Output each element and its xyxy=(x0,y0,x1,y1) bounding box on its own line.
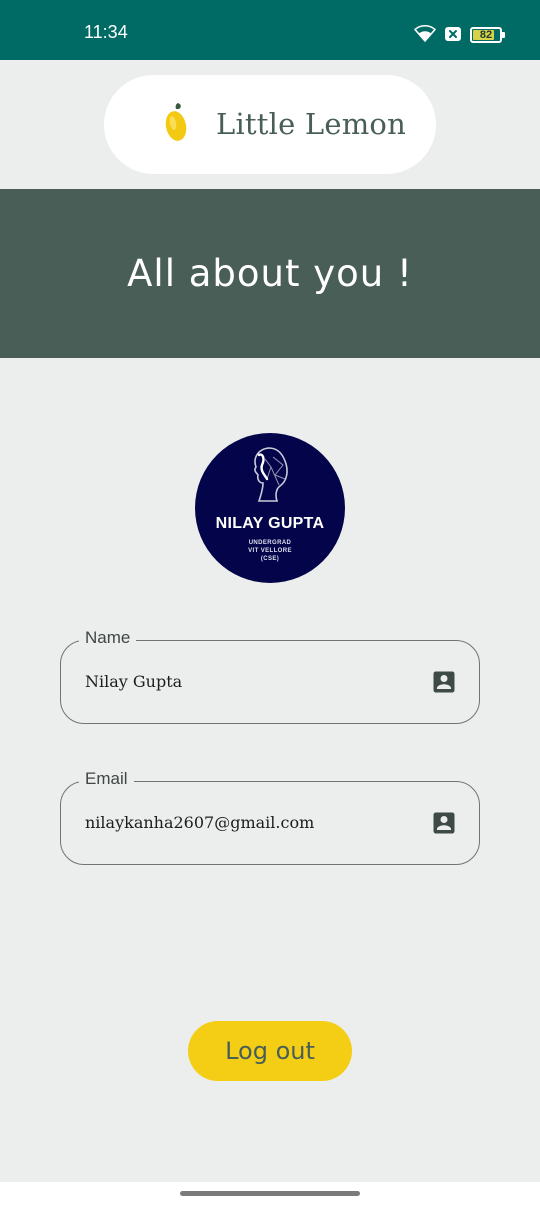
name-field-value[interactable]: Nilay Gupta xyxy=(85,672,182,691)
account-box-icon xyxy=(430,668,458,700)
account-box-icon xyxy=(430,809,458,841)
battery-level: 82 xyxy=(479,29,493,41)
email-field[interactable]: Email nilaykanha2607@gmail.com xyxy=(60,769,480,865)
avatar-subtitle-2: VIT VELLORE xyxy=(248,548,292,554)
logo-text: Little Lemon xyxy=(216,107,406,141)
logo-header: Little Lemon xyxy=(104,75,436,174)
avatar-name: NILAY GUPTA xyxy=(215,515,325,532)
email-field-value[interactable]: nilaykanha2607@gmail.com xyxy=(85,813,314,832)
avatar-subtitle-3: (CSE) xyxy=(260,556,280,562)
sim-disabled-icon xyxy=(445,26,461,45)
avatar-subtitle-1: UNDERGRAD xyxy=(248,540,292,546)
navigation-bar xyxy=(0,1182,540,1206)
head-silhouette-icon xyxy=(254,447,288,502)
status-time: 11:34 xyxy=(84,22,128,42)
wifi-icon xyxy=(414,24,436,46)
battery-icon: 82 xyxy=(470,27,505,43)
status-bar: 11:34 82 xyxy=(0,0,540,60)
avatar[interactable]: NILAY GUPTA UNDERGRAD VIT VELLORE (CSE) xyxy=(195,433,345,583)
status-icons: 82 xyxy=(414,24,505,46)
banner: All about you ! xyxy=(0,189,540,358)
lemon-icon xyxy=(162,102,190,148)
name-field-label: Name xyxy=(79,628,137,648)
home-indicator[interactable] xyxy=(180,1191,360,1196)
page-title: All about you ! xyxy=(127,252,413,295)
logout-button[interactable]: Log out xyxy=(188,1021,352,1081)
email-field-label: Email xyxy=(79,769,134,789)
name-field[interactable]: Name Nilay Gupta xyxy=(60,628,480,724)
